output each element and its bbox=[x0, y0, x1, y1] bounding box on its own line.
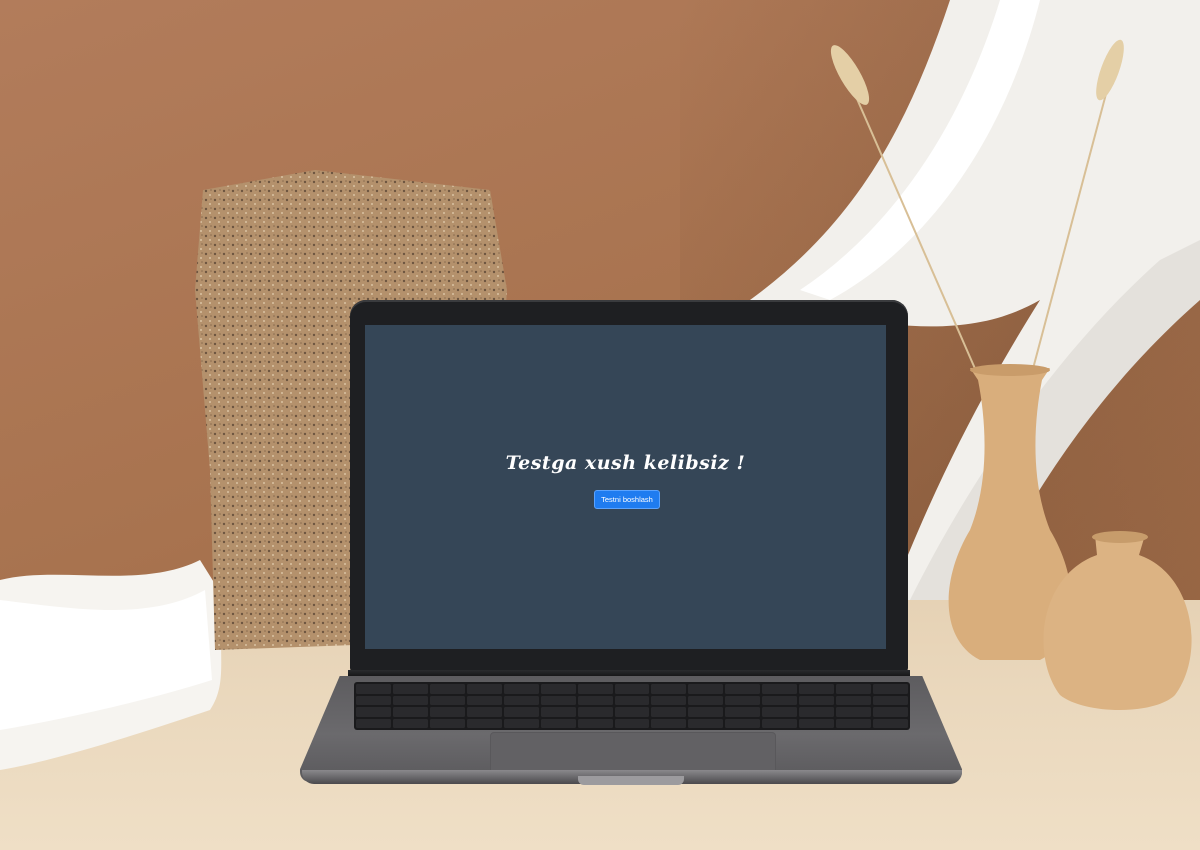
laptop-screen: Testga xush kelibsiz ! Testni boshlash bbox=[365, 325, 886, 649]
photo-scene: Testga xush kelibsiz ! Testni boshlash bbox=[0, 0, 1200, 850]
welcome-title: Testga xush kelibsiz ! bbox=[505, 452, 746, 474]
round-pot bbox=[1043, 531, 1192, 710]
laptop: Testga xush kelibsiz ! Testni boshlash bbox=[300, 300, 965, 795]
laptop-keyboard bbox=[354, 682, 910, 730]
laptop-lid: Testga xush kelibsiz ! Testni boshlash bbox=[350, 300, 908, 672]
laptop-notch bbox=[578, 776, 684, 785]
start-test-button[interactable]: Testni boshlash bbox=[594, 490, 660, 509]
